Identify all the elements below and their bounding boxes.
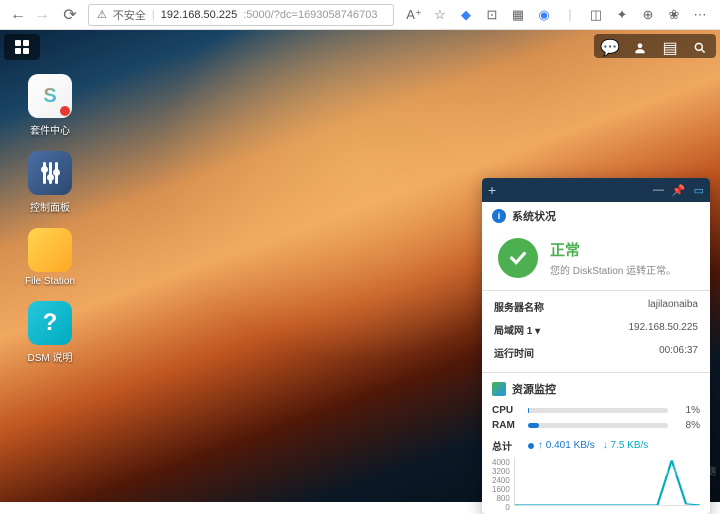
desktop-icons: S 套件中心 控制面板 File Station ? DSM 说明: [18, 74, 82, 364]
info-rows: 服务器名称lajilaonaiba 局域网 1 ▾192.168.50.225 …: [482, 293, 710, 370]
widget-add-icon[interactable]: +: [488, 182, 496, 198]
divider: |: [562, 7, 578, 23]
watermark: 新浪 众测: [654, 463, 716, 478]
notifications-icon[interactable]: 💬: [596, 36, 624, 60]
forward-button[interactable]: →: [32, 5, 52, 25]
control-panel-icon[interactable]: 控制面板: [18, 151, 82, 214]
system-status-header: i 系统状况: [482, 202, 710, 230]
browser-bar: ← → ⟳ ⚠ 不安全 | 192.168.50.225:5000/?dc=16…: [0, 0, 720, 30]
file-station-icon[interactable]: File Station: [18, 228, 82, 287]
info-icon: i: [492, 209, 506, 223]
user-icon[interactable]: [626, 36, 654, 60]
widget-pin-icon[interactable]: 📌: [672, 184, 686, 197]
url-bar[interactable]: ⚠ 不安全 | 192.168.50.225:5000/?dc=16930587…: [88, 4, 394, 26]
resource-monitor-header: 资源监控: [482, 375, 710, 401]
widget-layout-icon[interactable]: ▭: [694, 184, 704, 197]
check-icon: [498, 238, 538, 278]
ext-icon-4[interactable]: ◉: [536, 7, 552, 23]
sidebar-icon[interactable]: ◫: [588, 7, 604, 23]
favorite-icon[interactable]: ☆: [432, 7, 448, 23]
url-path: :5000/?dc=1693058746703: [243, 9, 377, 21]
read-aloud-icon[interactable]: A⁺: [406, 7, 422, 23]
back-button[interactable]: ←: [8, 5, 28, 25]
insecure-label: 不安全: [113, 7, 146, 23]
collections-icon[interactable]: ⊕: [640, 7, 656, 23]
refresh-button[interactable]: ⟳: [60, 5, 80, 25]
ext-icon-2[interactable]: ⊡: [484, 7, 500, 23]
package-center-icon[interactable]: S 套件中心: [18, 74, 82, 137]
widget-titlebar[interactable]: + — 📌 ▭: [482, 178, 710, 202]
insecure-icon: ⚠: [97, 8, 107, 21]
main-menu-button[interactable]: [4, 34, 40, 60]
ext-icon-3[interactable]: ▦: [510, 7, 526, 23]
url-host: 192.168.50.225: [161, 9, 237, 21]
ram-row: RAM 8%: [492, 418, 700, 433]
search-icon[interactable]: [686, 36, 714, 60]
cpu-row: CPU 1%: [492, 403, 700, 418]
ext-icon-1[interactable]: ◆: [458, 7, 474, 23]
favorites-icon[interactable]: ✦: [614, 7, 630, 23]
browser-toolbar: A⁺ ☆ ◆ ⊡ ▦ ◉ | ◫ ✦ ⊕ ❀ ⋯: [402, 7, 712, 23]
monitor-icon: [492, 382, 506, 396]
top-taskbar: 💬 ▤: [0, 30, 720, 62]
status-block: 正常 您的 DiskStation 运转正常。: [482, 230, 710, 288]
status-label: 正常: [550, 239, 676, 260]
status-desc: 您的 DiskStation 运转正常。: [550, 262, 676, 277]
dsm-help-icon[interactable]: ? DSM 说明: [18, 301, 82, 364]
ext-icon-5[interactable]: ❀: [666, 7, 682, 23]
menu-icon[interactable]: ⋯: [692, 7, 708, 23]
net-row: 总计 ↑ 0.401 KB/s ↓ 7.5 KB/s: [482, 435, 710, 456]
desktop[interactable]: 💬 ▤ S 套件中心 控制面板 File Station ? DSM 说明 + …: [0, 30, 720, 502]
widget-minimize-icon[interactable]: —: [653, 184, 664, 197]
widgets-icon[interactable]: ▤: [656, 36, 684, 60]
